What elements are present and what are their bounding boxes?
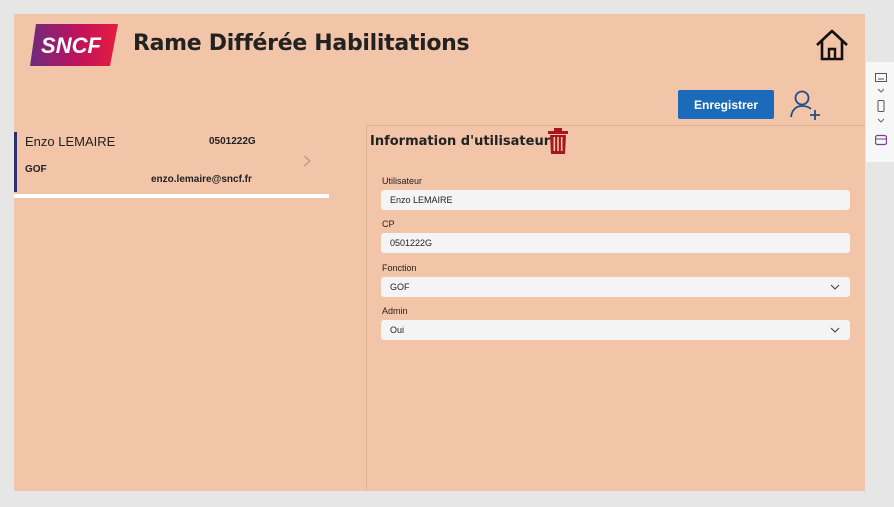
cp-label: CP	[382, 219, 395, 229]
chevron-right-icon[interactable]	[301, 154, 313, 168]
screen-icon[interactable]	[875, 72, 887, 84]
trash-icon[interactable]	[547, 127, 569, 155]
admin-dropdown[interactable]: Oui	[381, 320, 850, 340]
phone-icon[interactable]	[875, 100, 887, 112]
list-item-cp: 0501222G	[209, 136, 256, 147]
list-item[interactable]: Enzo LEMAIRE 0501222G GOF enzo.lemaire@s…	[14, 132, 328, 192]
list-item-email: enzo.lemaire@sncf.fr	[151, 174, 252, 185]
chevron-down-icon[interactable]	[877, 88, 885, 93]
chevron-down-icon[interactable]	[877, 118, 885, 123]
list-separator	[14, 194, 329, 198]
side-rail	[866, 62, 894, 162]
chevron-down-icon	[830, 327, 840, 333]
utilisateur-label: Utilisateur	[382, 176, 423, 186]
sncf-logo: SNCF	[30, 24, 118, 66]
chevron-down-icon	[830, 284, 840, 290]
admin-value: Oui	[390, 325, 405, 335]
calendar-icon[interactable]	[875, 134, 887, 146]
save-button[interactable]: Enregistrer	[678, 90, 774, 119]
utilisateur-field[interactable]: Enzo LEMAIRE	[381, 190, 850, 210]
cp-field[interactable]: 0501222G	[381, 233, 850, 253]
utilisateur-value: Enzo LEMAIRE	[390, 195, 453, 205]
svg-text:SNCF: SNCF	[41, 33, 101, 58]
list-item-name: Enzo LEMAIRE	[25, 134, 116, 149]
fonction-label: Fonction	[382, 263, 417, 273]
app-canvas: SNCF Rame Différée Habilitations Enregis…	[14, 14, 865, 491]
form-title: Information d'utilisateur	[370, 134, 551, 149]
page-title: Rame Différée Habilitations	[133, 31, 470, 56]
fonction-value: GOF	[390, 282, 410, 292]
home-icon[interactable]	[814, 28, 850, 62]
fonction-dropdown[interactable]: GOF	[381, 277, 850, 297]
add-user-icon[interactable]	[789, 88, 823, 122]
list-item-fonction: GOF	[25, 164, 47, 175]
panel-divider	[366, 126, 367, 491]
form-top-divider	[366, 125, 865, 126]
admin-label: Admin	[382, 306, 408, 316]
cp-value: 0501222G	[390, 238, 433, 248]
